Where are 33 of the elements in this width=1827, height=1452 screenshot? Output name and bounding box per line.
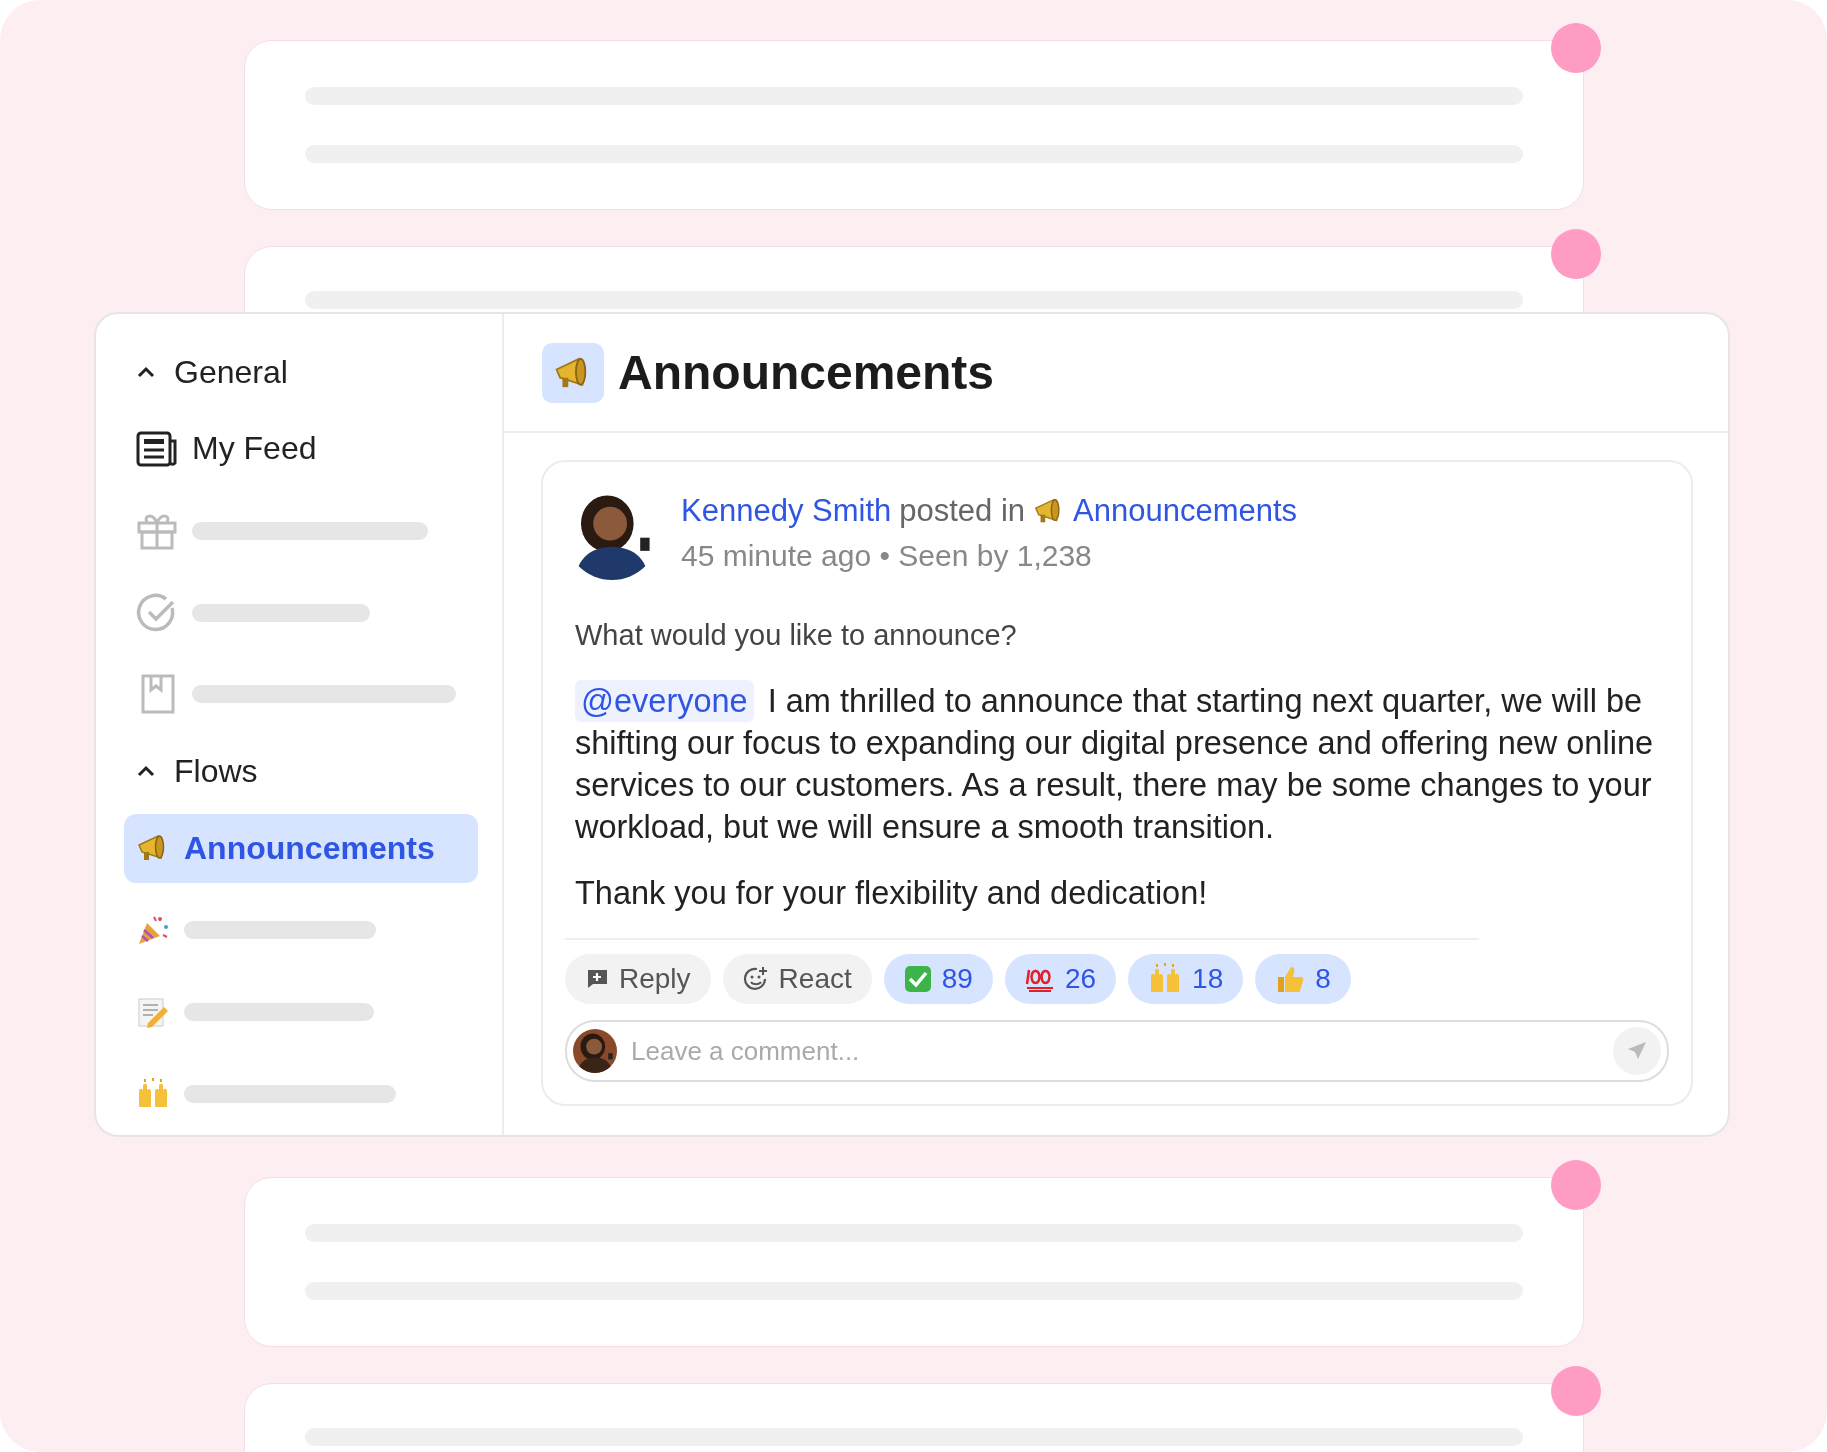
mention-link[interactable]: @everyone bbox=[575, 680, 754, 722]
smiley-plus-icon bbox=[742, 966, 769, 992]
section-title[interactable]: Flows bbox=[174, 752, 258, 790]
comment-field[interactable]: Leave a comment... bbox=[565, 1020, 1669, 1082]
section-title[interactable]: General bbox=[174, 353, 288, 391]
reaction-button[interactable]: 89 bbox=[883, 954, 993, 1004]
react-button[interactable]: React bbox=[722, 954, 872, 1004]
post-closing: Thank you for your flexibility and dedication! bbox=[575, 874, 1209, 913]
channel-link[interactable]: Announcements bbox=[1073, 493, 1298, 529]
check-box-icon bbox=[903, 965, 932, 993]
sidebar-item[interactable]: My Feed bbox=[124, 408, 478, 490]
post-prompt: What would you like to announce? bbox=[575, 618, 1018, 653]
notification-dot bbox=[1550, 229, 1601, 279]
chevron-up-icon[interactable] bbox=[136, 365, 156, 380]
post-action: posted in bbox=[899, 493, 1026, 529]
post-body: @everyone I am thrilled to announce that starting next quarter, we will be shifting our focus to expanding our digital presence and offering new online services to our customers. As a result, there may be some changes to your workload, but we will ensure a smooth transition. bbox=[575, 680, 1659, 848]
reaction-button[interactable]: 26 bbox=[1004, 954, 1117, 1004]
thumbs-up-icon bbox=[1275, 964, 1306, 994]
author-link[interactable]: Kennedy Smith bbox=[681, 493, 892, 529]
notification-dot bbox=[1550, 1366, 1601, 1416]
channel-title: Announcements bbox=[618, 345, 995, 400]
chevron-up-icon[interactable] bbox=[136, 764, 156, 779]
reply-button[interactable]: Reply bbox=[565, 954, 711, 1004]
comment-plus-icon bbox=[585, 967, 609, 991]
newspaper-icon bbox=[136, 431, 178, 467]
notification-dot bbox=[1550, 23, 1601, 73]
memo-pencil-icon bbox=[136, 995, 170, 1030]
send-button[interactable] bbox=[1613, 1027, 1661, 1075]
post-meta: 45 minute ago • Seen by 1,238 bbox=[681, 539, 1093, 573]
reaction-button[interactable]: 18 bbox=[1128, 954, 1244, 1004]
sidebar-item-selected[interactable]: Announcements bbox=[124, 814, 478, 883]
notification-dot bbox=[1550, 1160, 1601, 1210]
reaction-button[interactable]: 8 bbox=[1255, 954, 1351, 1004]
